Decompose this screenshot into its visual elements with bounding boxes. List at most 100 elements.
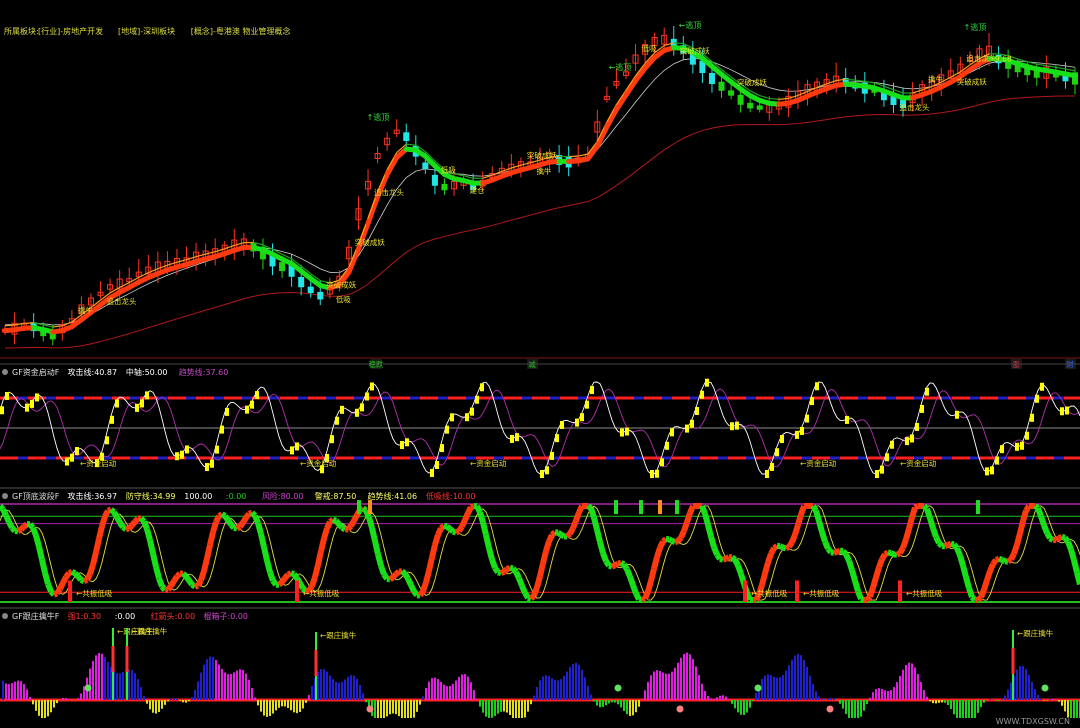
stock-chart-window: ←逃顶 ↑逃顶 ←逃顶 ↑逃顶 擒牛 追击龙头 突破成妖 低吸 突破成妖 追击龙头 低吸 建仓 突破成妖… bbox=[0, 0, 1080, 728]
bull-bar-neg bbox=[56, 700, 58, 704]
wave-band bbox=[705, 524, 714, 538]
wave-band bbox=[832, 548, 839, 556]
bull-bar-neg bbox=[617, 700, 619, 705]
wave-band bbox=[546, 533, 555, 543]
funds-block bbox=[1065, 406, 1069, 415]
wave-band bbox=[784, 544, 791, 552]
wave-band bbox=[82, 577, 89, 584]
bull-bar bbox=[203, 664, 205, 700]
bull-bar-neg bbox=[380, 700, 382, 718]
wave-band bbox=[93, 538, 102, 553]
wave-band bbox=[998, 555, 1003, 563]
bull-bar bbox=[689, 654, 691, 700]
bull-bar-neg bbox=[968, 700, 970, 718]
bull-bar bbox=[764, 675, 766, 700]
wave-band bbox=[477, 511, 486, 524]
funds-block bbox=[925, 387, 929, 396]
band-edge bbox=[24, 322, 34, 324]
wave-band bbox=[711, 546, 720, 556]
wave-band bbox=[443, 522, 448, 530]
wave-band bbox=[375, 553, 384, 567]
bull-bar bbox=[131, 669, 133, 700]
wave-band bbox=[186, 578, 195, 587]
bull-bar bbox=[800, 655, 802, 700]
bull-bar bbox=[311, 685, 313, 700]
bull-bar-neg bbox=[980, 700, 982, 708]
signal-label: 追击龙头 bbox=[966, 53, 996, 63]
funds-block bbox=[105, 436, 109, 445]
bull-bar-neg bbox=[53, 700, 55, 708]
bull-bar bbox=[2, 680, 4, 700]
funds-block bbox=[995, 456, 999, 465]
wave-band bbox=[719, 555, 724, 563]
funds-block bbox=[690, 419, 694, 428]
bull-bar-neg bbox=[38, 700, 40, 716]
funds-block bbox=[25, 403, 29, 412]
bull-param-0: 强1:0.30 bbox=[68, 612, 102, 621]
wave-band bbox=[181, 571, 188, 579]
wave-band bbox=[96, 525, 105, 540]
bull-bar bbox=[569, 667, 571, 700]
wave-band bbox=[1017, 520, 1026, 535]
bull-bar bbox=[542, 676, 544, 700]
bull-bar bbox=[833, 698, 835, 700]
bull-bar-neg bbox=[947, 700, 949, 706]
bull-bar-neg bbox=[398, 700, 400, 717]
bull-bar-neg bbox=[296, 700, 298, 714]
funds-block bbox=[815, 382, 819, 391]
wave-band bbox=[633, 592, 642, 601]
bull-bar-neg bbox=[632, 700, 634, 716]
chart-canvas[interactable]: ←逃顶↑逃顶←逃顶↑逃顶擒牛追击龙头突破成妖低吸突破成妖追击龙头低吸建仓突破成妖… bbox=[0, 0, 1080, 728]
bull-bar bbox=[1007, 689, 1009, 700]
info-bar-item-0: [行业]-房地产开发 bbox=[38, 26, 103, 36]
signal-label: 建仓 bbox=[470, 185, 485, 195]
bull-bar bbox=[350, 675, 352, 700]
bull-bar bbox=[26, 689, 28, 700]
funds-block bbox=[115, 399, 119, 408]
wave-band bbox=[957, 554, 966, 567]
bull-bar bbox=[554, 679, 556, 700]
wave-band bbox=[33, 534, 42, 548]
bull-bar-neg bbox=[932, 700, 934, 704]
wave-band bbox=[321, 527, 330, 540]
bull-bar bbox=[443, 684, 445, 700]
wave-band bbox=[369, 527, 378, 542]
wave-band bbox=[331, 516, 338, 524]
wave-band bbox=[36, 545, 45, 561]
wave-band bbox=[903, 527, 912, 541]
wave-band bbox=[789, 533, 798, 544]
bull-bar-neg bbox=[746, 700, 748, 713]
bull-bar-neg bbox=[47, 700, 49, 717]
bull-bar bbox=[761, 678, 763, 700]
wave-band bbox=[132, 516, 141, 524]
wave-band bbox=[1054, 535, 1061, 543]
funds-block bbox=[440, 444, 444, 453]
bull-bar bbox=[716, 697, 718, 700]
bull-bar bbox=[1031, 681, 1033, 700]
bull-bar-neg bbox=[605, 700, 607, 706]
wave-band bbox=[75, 574, 84, 582]
band-segment bbox=[1062, 71, 1078, 79]
wave-band bbox=[18, 524, 27, 532]
wave-band bbox=[978, 588, 987, 599]
wave-band bbox=[372, 540, 381, 555]
funds-block bbox=[360, 403, 364, 412]
wave-band bbox=[336, 522, 345, 530]
wave-band bbox=[600, 552, 609, 563]
wave-band bbox=[1065, 540, 1074, 551]
candle-body bbox=[728, 90, 735, 96]
funds-header-dot bbox=[2, 369, 8, 375]
bull-bar-neg bbox=[44, 700, 46, 718]
bull-bar-neg bbox=[482, 700, 484, 713]
funds-block bbox=[430, 468, 434, 477]
bull-bar bbox=[665, 673, 667, 700]
wave-band bbox=[810, 504, 819, 513]
wave-band bbox=[855, 590, 864, 601]
wave-band bbox=[1020, 509, 1029, 523]
bull-bar-neg bbox=[479, 700, 481, 707]
wave-band bbox=[417, 589, 426, 598]
bull-bar-neg bbox=[152, 700, 154, 713]
wave-band bbox=[312, 564, 321, 578]
bull-bar bbox=[143, 695, 145, 700]
wave-band bbox=[798, 504, 807, 516]
